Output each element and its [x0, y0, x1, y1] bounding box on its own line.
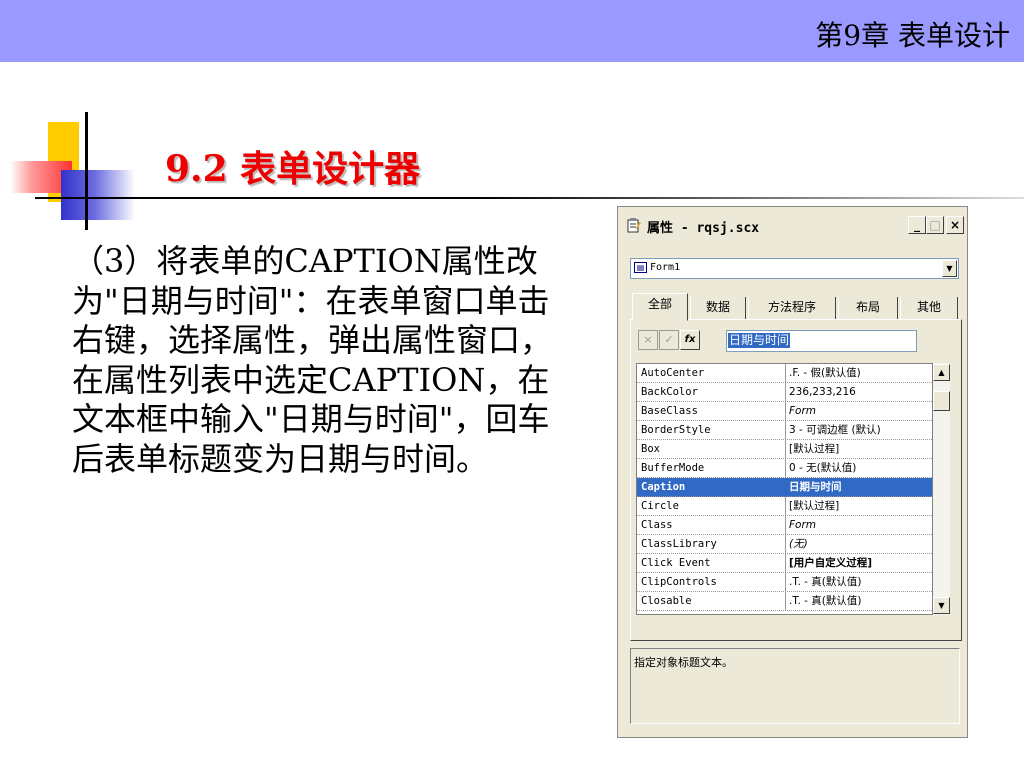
property-value: 日期与时间 [785, 478, 932, 496]
property-value: (无) [785, 535, 932, 553]
property-row[interactable]: Box [默认过程] [637, 440, 932, 459]
object-selector-value: Form1 [650, 262, 681, 273]
scroll-down-icon[interactable]: ▼ [933, 597, 950, 614]
property-value: Form [785, 516, 932, 534]
section-title: 9.2 表单设计器 [165, 148, 421, 190]
property-grid-scrollbar[interactable]: ▲ ▼ [933, 363, 950, 615]
property-name: BorderStyle [641, 424, 711, 436]
property-row[interactable]: ClipControls .T. - 真(默认值) [637, 573, 932, 592]
property-name: BaseClass [641, 405, 698, 417]
property-value-text: 日期与时间 [728, 333, 791, 348]
property-name: Class [641, 519, 673, 531]
property-name: AutoCenter [641, 367, 705, 379]
property-row[interactable]: BorderStyle 3 - 可调边框 (默认) [637, 421, 932, 440]
property-row[interactable]: BaseClass Form [637, 402, 932, 421]
property-value: 0 - 无(默认值) [785, 459, 932, 477]
title-underline [35, 197, 1024, 199]
property-value: .T. - 真(默认值) [785, 573, 932, 591]
property-value: [默认过程] [785, 497, 932, 515]
decoration-vertical-line [85, 112, 88, 230]
property-name: Box [641, 443, 660, 455]
tab-strip: 全部 数据 方法程序 布局 其他 [632, 293, 962, 321]
property-name: BackColor [641, 386, 698, 398]
tab-layout[interactable]: 布局 [838, 297, 898, 319]
property-value: 3 - 可调边框 (默认) [785, 421, 932, 439]
property-row[interactable]: Caption 日期与时间 [637, 478, 932, 497]
chapter-title: 第9章 表单设计 [815, 19, 1010, 52]
maximize-button[interactable]: □ [926, 216, 944, 234]
property-name: BufferMode [641, 462, 705, 474]
property-value: [用户自定义过程] [785, 554, 932, 572]
property-value: .T. - 真(默认值) [785, 592, 932, 610]
tab-data[interactable]: 数据 [690, 297, 746, 319]
property-value: Form [785, 402, 932, 420]
tab-other[interactable]: 其他 [900, 297, 958, 319]
property-value: [默认过程] [785, 440, 932, 458]
property-row[interactable]: AutoCenter .F. - 假(默认值) [637, 364, 932, 383]
property-row[interactable]: Closable .T. - 真(默认值) [637, 592, 932, 611]
cancel-icon[interactable]: × [638, 330, 658, 350]
property-row[interactable]: BackColor 236,233,216 [637, 383, 932, 402]
window-titlebar[interactable]: 属性 - rqsj.scx _ □ × [619, 208, 966, 241]
chevron-down-icon[interactable]: ▼ [942, 260, 957, 277]
property-row[interactable]: ClassLibrary (无) [637, 535, 932, 554]
property-name: Click Event [641, 557, 711, 569]
window-title: 属性 - rqsj.scx [647, 221, 760, 236]
property-value-input[interactable]: 日期与时间 [726, 330, 917, 352]
tab-all[interactable]: 全部 [632, 293, 688, 321]
property-value: 236,233,216 [785, 383, 932, 401]
property-name: Circle [641, 500, 679, 512]
header-bar: 第9章 表单设计 [0, 0, 1024, 62]
property-name: ClipControls [641, 576, 717, 588]
accept-icon[interactable]: ✓ [659, 330, 679, 350]
scroll-up-icon[interactable]: ▲ [933, 364, 950, 381]
property-name: ClassLibrary [641, 538, 717, 550]
property-row[interactable]: BufferMode 0 - 无(默认值) [637, 459, 932, 478]
property-name: Closable [641, 595, 692, 607]
property-name: Caption [641, 481, 686, 493]
property-row[interactable]: Class Form [637, 516, 932, 535]
tab-methods[interactable]: 方法程序 [748, 297, 836, 319]
function-icon[interactable]: fx [680, 330, 700, 350]
property-value: .F. - 假(默认值) [785, 364, 932, 382]
form-icon: ▤ [634, 262, 647, 273]
decoration-blue-bar [61, 170, 135, 220]
properties-icon [626, 217, 642, 237]
scroll-thumb[interactable] [933, 391, 950, 411]
close-button[interactable]: × [946, 216, 964, 234]
minimize-button[interactable]: _ [908, 216, 926, 234]
object-selector[interactable]: ▤ Form1 ▼ [630, 258, 959, 279]
body-text: （3）将表单的CAPTION属性改为"日期与时间"：在表单窗口单击右键，选择属性… [72, 242, 553, 478]
properties-window: 属性 - rqsj.scx _ □ × ▤ Form1 ▼ 全部 数据 方法程序… [617, 206, 968, 738]
property-row[interactable]: Circle [默认过程] [637, 497, 932, 516]
property-row[interactable]: Click Event [用户自定义过程] [637, 554, 932, 573]
property-grid: AutoCenter .F. - 假(默认值) BackColor 236,233,2… [636, 363, 933, 615]
property-description: 指定对象标题文本。 [630, 648, 960, 724]
